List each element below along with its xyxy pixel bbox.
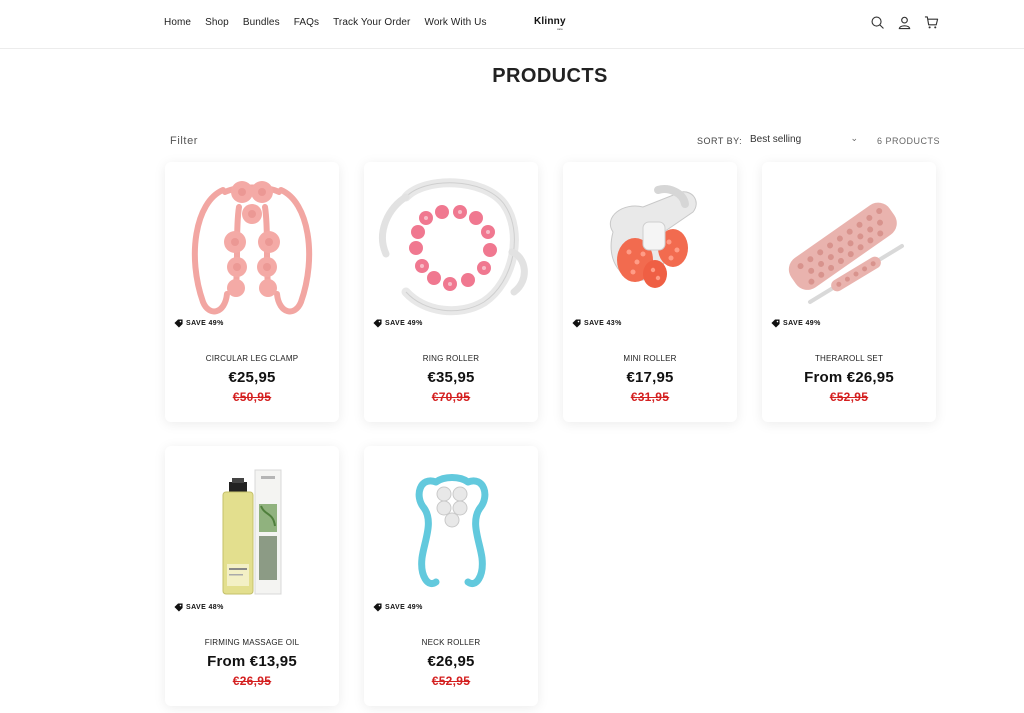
sort-value: Best selling — [750, 134, 802, 145]
product-card-firming-massage-oil[interactable]: SAVE 48% FIRMING MASSAGE OIL From €13,95… — [165, 446, 339, 706]
discount-badge: SAVE 49% — [771, 319, 821, 328]
product-compare-price: €50,95 — [232, 390, 272, 404]
product-title[interactable]: CIRCULAR LEG CLAMP — [165, 354, 339, 363]
discount-badge: SAVE 49% — [373, 319, 423, 328]
product-card-circular-leg-clamp[interactable]: SAVE 49% CIRCULAR LEG CLAMP €25,95 €50,9… — [165, 162, 339, 422]
product-image-circular-leg-clamp[interactable] — [165, 162, 339, 332]
product-image-theraroll-set[interactable] — [762, 162, 936, 332]
sort-select[interactable]: Best selling ⌄ — [750, 133, 858, 148]
tag-icon — [174, 603, 183, 612]
discount-badge: SAVE 43% — [572, 319, 622, 328]
badge-label: SAVE 49% — [385, 604, 423, 611]
product-compare-price: €52,95 — [431, 674, 471, 688]
nav-bundles-link[interactable]: Bundles — [243, 17, 280, 28]
tag-icon — [373, 603, 382, 612]
cart-icon[interactable] — [924, 15, 939, 30]
product-price: €17,95 — [626, 369, 674, 386]
account-icon[interactable] — [897, 15, 912, 30]
product-card-theraroll-set[interactable]: SAVE 49% THERAROLL SET From €26,95 €52,9… — [762, 162, 936, 422]
product-price: €35,95 — [427, 369, 475, 386]
tag-icon — [373, 319, 382, 328]
badge-label: SAVE 49% — [385, 320, 423, 327]
nav-home-link[interactable]: Home — [164, 17, 191, 28]
nav-shop-link[interactable]: Shop — [205, 17, 229, 28]
logo-brand: Klinny — [534, 16, 566, 27]
nav-track-order-link[interactable]: Track Your Order — [333, 17, 410, 28]
nav-work-with-us-link[interactable]: Work With Us — [424, 17, 486, 28]
product-title[interactable]: MINI ROLLER — [563, 354, 737, 363]
nav-faqs-link[interactable]: FAQs — [294, 17, 319, 28]
product-card-mini-roller[interactable]: SAVE 43% MINI ROLLER €17,95 €31,95 — [563, 162, 737, 422]
site-header: Home Shop Bundles FAQs Track Your Order … — [0, 0, 1024, 49]
tag-icon — [572, 319, 581, 328]
product-price: From €13,95 — [207, 653, 297, 670]
product-image-neck-roller[interactable] — [364, 446, 538, 616]
discount-badge: SAVE 49% — [373, 603, 423, 612]
product-compare-price: €52,95 — [829, 390, 869, 404]
sort-label: SORT BY: — [697, 136, 743, 146]
product-price: €25,95 — [228, 369, 276, 386]
site-logo[interactable]: Klinny care — [534, 16, 566, 32]
product-title[interactable]: FIRMING MASSAGE OIL — [165, 638, 339, 647]
badge-label: SAVE 48% — [186, 604, 224, 611]
badge-label: SAVE 49% — [783, 320, 821, 327]
product-title[interactable]: NECK ROLLER — [364, 638, 538, 647]
logo-sub: care — [556, 27, 563, 31]
header-icons — [870, 15, 939, 30]
product-image-mini-roller[interactable] — [563, 162, 737, 332]
tag-icon — [771, 319, 780, 328]
badge-label: SAVE 49% — [186, 320, 224, 327]
main-nav: Home Shop Bundles FAQs Track Your Order … — [164, 17, 501, 28]
product-compare-price: €31,95 — [630, 390, 670, 404]
product-image-firming-massage-oil[interactable] — [165, 446, 339, 616]
product-card-ring-roller[interactable]: SAVE 49% RING ROLLER €35,95 €70,95 — [364, 162, 538, 422]
product-title[interactable]: RING ROLLER — [364, 354, 538, 363]
search-icon[interactable] — [870, 15, 885, 30]
product-price: From €26,95 — [804, 369, 894, 386]
product-title[interactable]: THERAROLL SET — [762, 354, 936, 363]
product-image-ring-roller[interactable] — [364, 162, 538, 332]
tag-icon — [174, 319, 183, 328]
product-count: 6 PRODUCTS — [877, 136, 941, 146]
product-compare-price: €26,95 — [232, 674, 272, 688]
filter-toggle[interactable]: Filter — [170, 135, 198, 147]
page-title: PRODUCTS — [492, 65, 608, 87]
discount-badge: SAVE 48% — [174, 603, 224, 612]
product-card-neck-roller[interactable]: SAVE 49% NECK ROLLER €26,95 €52,95 — [364, 446, 538, 706]
discount-badge: SAVE 49% — [174, 319, 224, 328]
product-compare-price: €70,95 — [431, 390, 471, 404]
product-price: €26,95 — [427, 653, 475, 670]
chevron-down-icon: ⌄ — [850, 133, 858, 143]
badge-label: SAVE 43% — [584, 320, 622, 327]
